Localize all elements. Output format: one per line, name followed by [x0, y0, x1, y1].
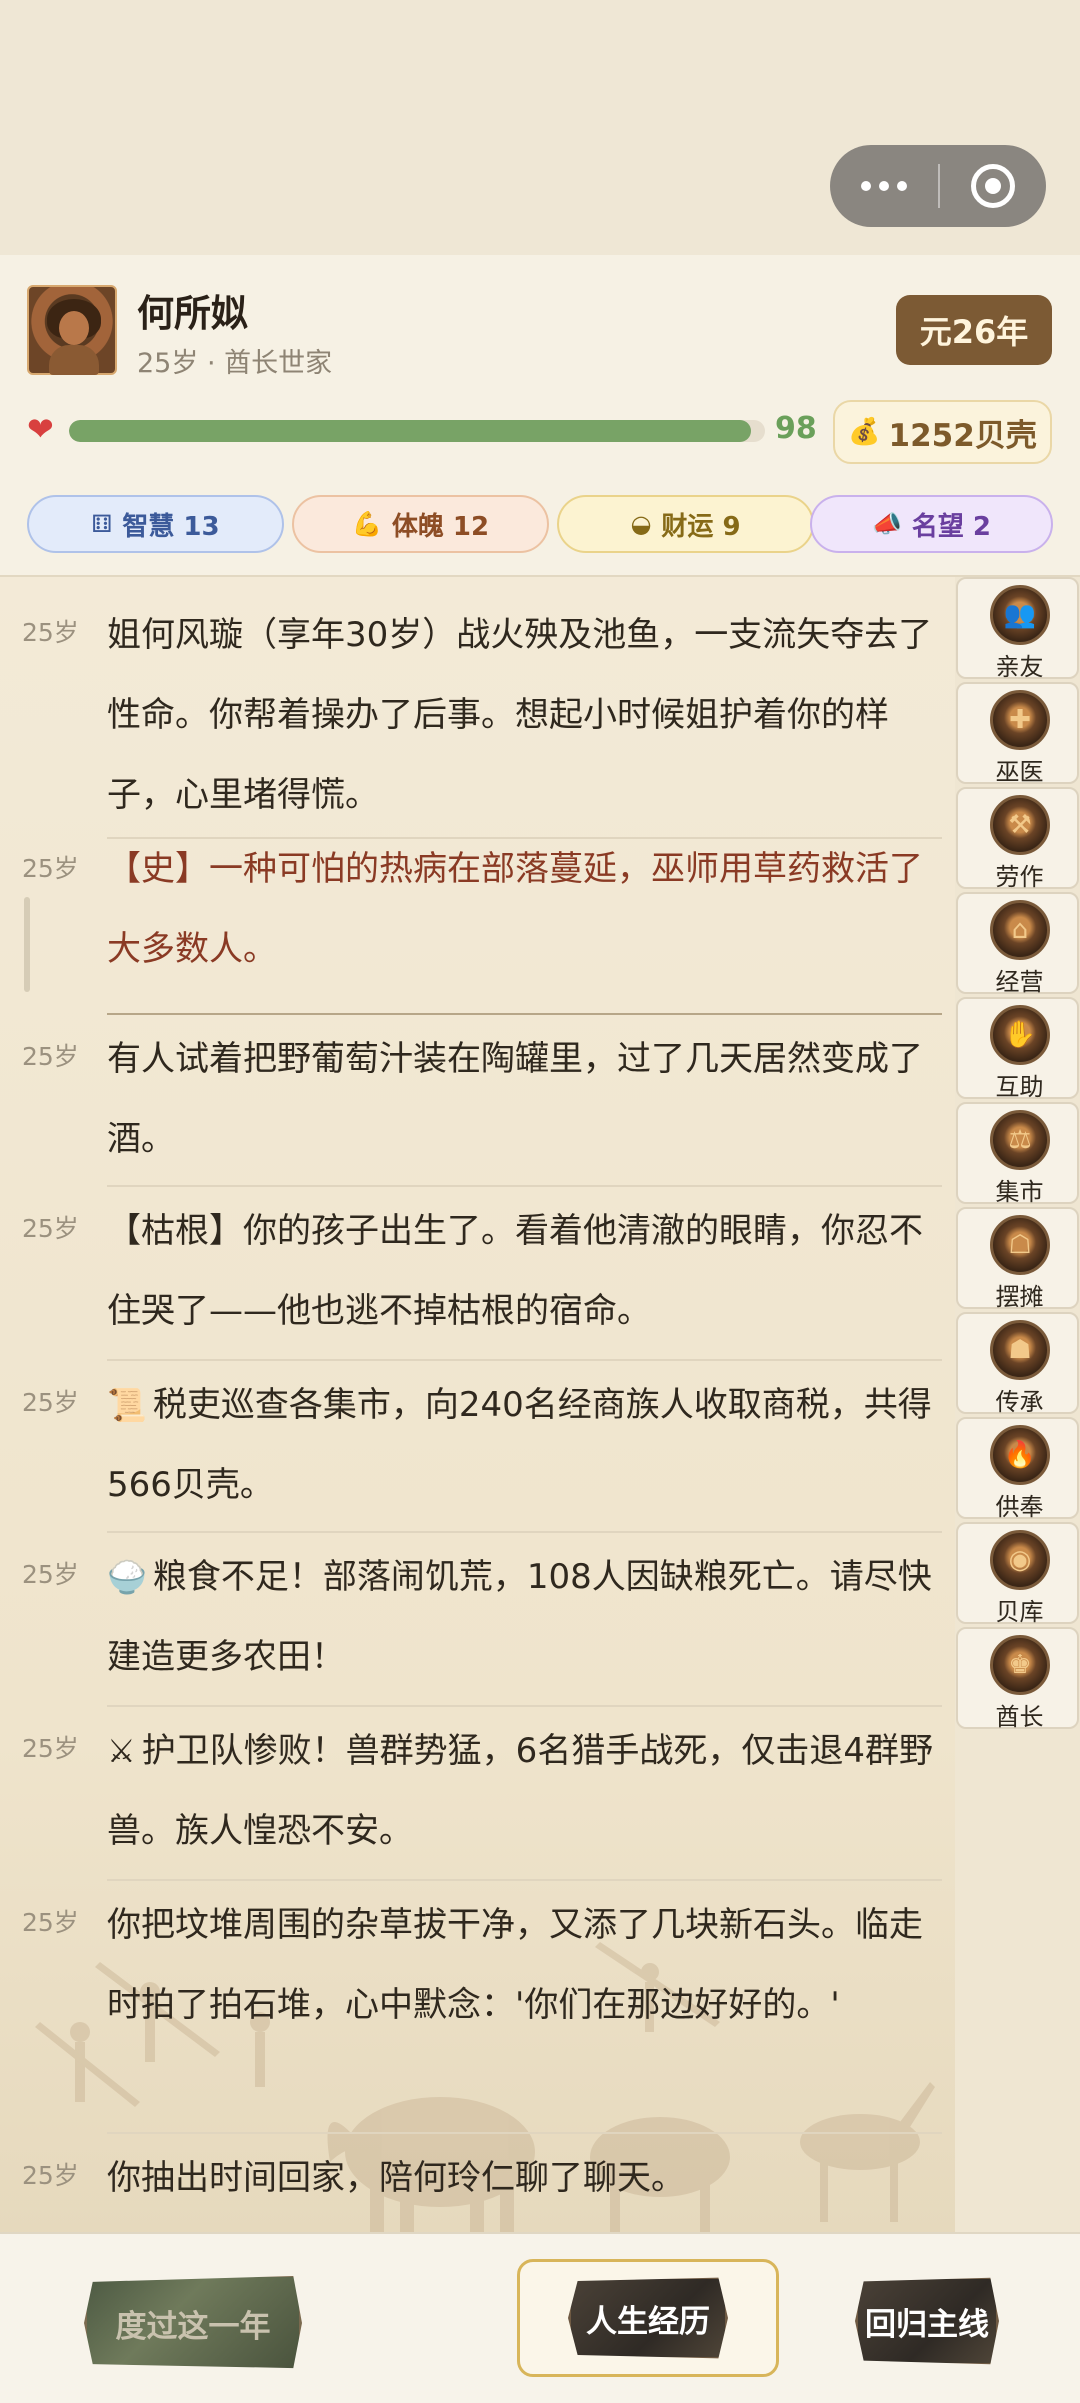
- log-entry: 25岁 🍚 粮食不足！部落闹饥荒，108人因缺粮死亡。请尽快建造更多农田！: [0, 1533, 955, 1707]
- avatar[interactable]: [27, 285, 117, 375]
- entry-text: 姐何风璇（享年30岁）战火殃及池鱼，一支流矢夺去了性命。你帮着操办了后事。想起小…: [107, 615, 933, 815]
- family-icon: 👥: [990, 585, 1050, 645]
- more-dots-icon: [861, 181, 871, 191]
- health-bar: [69, 420, 765, 442]
- chief-icon: ♚: [990, 1635, 1050, 1695]
- muscle-icon: 💪: [351, 510, 382, 538]
- entry-age: 25岁: [22, 618, 79, 647]
- entry-text: 有人试着把野葡萄汁装在陶罐里，过了几天居然变成了酒。: [107, 1039, 923, 1159]
- status-area: [0, 0, 1080, 255]
- elder-icon: ☗: [990, 1320, 1050, 1380]
- entry-age: 25岁: [22, 1908, 79, 1937]
- entry-age: 25岁: [22, 1388, 79, 1417]
- attribute-row: ⚅ 智慧 13 💪 体魄 12 ◒ 财运 9 📣 名望 2: [27, 495, 1053, 553]
- attr-body[interactable]: 💪 体魄 12: [292, 495, 549, 553]
- log-entry-history: 25岁 【史】一种可怕的热病在部落蔓延，巫师用草药救活了大多数人。: [0, 839, 955, 1015]
- log-entry: 25岁 📜 税吏巡查各集市，向240名经商族人收取商税，共得566贝壳。: [0, 1361, 955, 1533]
- log-entry: 25岁 有人试着把野葡萄汁装在陶罐里，过了几天居然变成了酒。: [0, 1015, 955, 1187]
- more-menu-button[interactable]: [830, 145, 938, 227]
- entry-text: 【史】一种可怕的热病在部落蔓延，巫师用草药救活了大多数人。: [107, 849, 923, 969]
- character-header: 何所姒 25岁 · 酋长世家 元26年 ❤ 98 💰 1252贝壳 ⚅ 智慧 1…: [0, 255, 1080, 577]
- sidebar-item-family[interactable]: 👥 亲友: [956, 577, 1079, 681]
- entry-text: ⚔ 护卫队惨败！兽群势猛，6名猎手战死，仅击退4群野兽。族人惶恐不安。: [107, 1731, 933, 1851]
- attr-fame[interactable]: 📣 名望 2: [810, 495, 1053, 553]
- shells-balance[interactable]: 💰 1252贝壳: [833, 400, 1052, 464]
- sidebar-item-market[interactable]: ⚖ 集市: [956, 1102, 1079, 1206]
- sidebar-item-business[interactable]: ⌂ 经营: [956, 892, 1079, 996]
- stall-icon: ☖: [990, 1215, 1050, 1275]
- entry-age: 25岁: [22, 1042, 79, 1071]
- shaman-icon: ✚: [990, 690, 1050, 750]
- sidebar-item-shaman[interactable]: ✚ 巫医: [956, 682, 1079, 786]
- sidebar-item-mutual-aid[interactable]: ✋ 互助: [956, 997, 1079, 1101]
- close-mini-program-button[interactable]: [940, 145, 1046, 227]
- log-entry: 25岁 【枯根】你的孩子出生了。看着他清澈的眼睛，你忍不住哭了——他也逃不掉枯根…: [0, 1187, 955, 1361]
- hut-icon: ⌂: [990, 900, 1050, 960]
- megaphone-icon: 📣: [871, 510, 902, 538]
- entry-age: 25岁: [22, 1560, 79, 1589]
- year-badge: 元26年: [896, 295, 1052, 365]
- return-main-button[interactable]: 回归主线: [855, 2277, 999, 2365]
- entry-age: 25岁: [22, 854, 79, 883]
- sidebar-item-labor[interactable]: ⚒ 劳作: [956, 787, 1079, 891]
- mini-program-capsule: [830, 145, 1046, 227]
- handshake-icon: ✋: [990, 1005, 1050, 1065]
- entry-text: 📜 税吏巡查各集市，向240名经商族人收取商税，共得566贝壳。: [107, 1385, 932, 1505]
- log-entry: 25岁 你抽出时间回家，陪何玲仁聊了聊天。: [0, 2134, 955, 2232]
- attr-fortune[interactable]: ◒ 财运 9: [557, 495, 814, 553]
- life-history-button[interactable]: 人生经历: [568, 2277, 728, 2359]
- pass-year-button[interactable]: 度过这一年: [84, 2275, 302, 2369]
- rice-bowl-icon: 🍚: [107, 1558, 147, 1596]
- entry-text: 你把坟堆周围的杂草拔干净，又添了几块新石头。临走时拍了拍石堆，心中默念：'你们在…: [107, 1905, 923, 2025]
- log-entry: 25岁 ⚔ 护卫队惨败！兽群势猛，6名猎手战死，仅击退4群野兽。族人惶恐不安。: [0, 1707, 955, 1881]
- tools-icon: ⚒: [990, 795, 1050, 855]
- crossed-swords-icon: ⚔: [107, 1732, 136, 1770]
- shells-amount: 1252贝壳: [888, 417, 1037, 454]
- log-entry: 25岁 你把坟堆周围的杂草拔干净，又添了几块新石头。临走时拍了拍石堆，心中默念：…: [0, 1881, 955, 2134]
- entry-age: 25岁: [22, 2161, 79, 2190]
- market-icon: ⚖: [990, 1110, 1050, 1170]
- heart-icon: ❤: [27, 410, 54, 448]
- target-icon: [971, 164, 1015, 208]
- bottom-action-bar: 度过这一年 人生经历 回归主线: [0, 2232, 1080, 2403]
- log-entry: 25岁 姐何风璇（享年30岁）战火殃及池鱼，一支流矢夺去了性命。你帮着操办了后事…: [0, 577, 955, 839]
- health-value: 98: [775, 411, 817, 446]
- fire-altar-icon: 🔥: [990, 1425, 1050, 1485]
- action-sidebar: 👥 亲友 ✚ 巫医 ⚒ 劳作 ⌂ 经营 ✋ 互助 ⚖ 集市 ☖ 摆摊 ☗ 传承 …: [955, 577, 1080, 1737]
- character-subtitle: 25岁 · 酋长世家: [137, 348, 333, 379]
- life-log[interactable]: 25岁 姐何风璇（享年30岁）战火殃及池鱼，一支流矢夺去了性命。你帮着操办了后事…: [0, 577, 955, 2232]
- sidebar-item-inherit[interactable]: ☗ 传承: [956, 1312, 1079, 1416]
- health-bar-fill: [69, 420, 752, 442]
- character-name: 何所姒: [137, 292, 248, 335]
- entry-text: 🍚 粮食不足！部落闹饥荒，108人因缺粮死亡。请尽快建造更多农田！: [107, 1557, 932, 1677]
- entry-text: 【枯根】你的孩子出生了。看着他清澈的眼睛，你忍不住哭了——他也逃不掉枯根的宿命。: [107, 1211, 923, 1331]
- entry-text: 你抽出时间回家，陪何玲仁聊了聊天。: [107, 2158, 685, 2198]
- money-bag-icon: 💰: [848, 417, 881, 447]
- entry-age: 25岁: [22, 1734, 79, 1763]
- sidebar-item-chief[interactable]: ♚ 酋长: [956, 1627, 1079, 1731]
- scroll-icon: 📜: [107, 1386, 147, 1424]
- treasury-icon: ◉: [990, 1530, 1050, 1590]
- entry-age: 25岁: [22, 1214, 79, 1243]
- dice-icon: ⚅: [91, 510, 113, 538]
- sidebar-item-offering[interactable]: 🔥 供奉: [956, 1417, 1079, 1521]
- sidebar-item-stall[interactable]: ☖ 摆摊: [956, 1207, 1079, 1311]
- gold-ingot-icon: ◒: [630, 510, 652, 538]
- attr-wisdom[interactable]: ⚅ 智慧 13: [27, 495, 284, 553]
- sidebar-item-treasury[interactable]: ◉ 贝库: [956, 1522, 1079, 1626]
